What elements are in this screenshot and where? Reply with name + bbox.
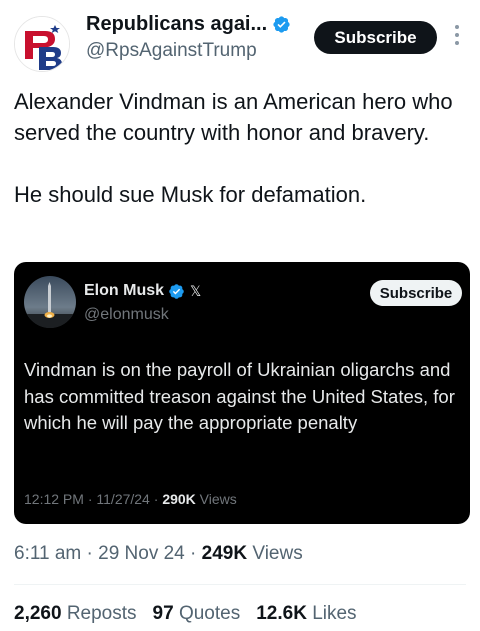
more-options-icon[interactable] [451,25,463,51]
author-display-name[interactable]: Republicans agai... [86,13,267,36]
engagement-stats: 2,260 Reposts 97 Quotes 12.6K Likes [14,603,373,625]
quoted-verified-badge-icon [168,283,185,300]
quoted-author-name-row: Elon Musk 𝕏 [84,282,201,300]
likes-label: Likes [312,603,357,624]
reposts-stat[interactable]: 2,260 Reposts [14,603,137,625]
verified-badge-icon [272,15,291,34]
quoted-author-name[interactable]: Elon Musk [84,282,164,300]
x-affiliation-icon: 𝕏 [190,283,202,299]
author-avatar[interactable] [14,16,70,72]
quoted-tweet-meta: 12:12 PM · 11/27/24 · 290K Views [24,491,237,507]
quoted-tweet[interactable]: Elon Musk 𝕏 @elonmusk Subscribe Vindman … [14,262,470,524]
divider [14,584,466,585]
quoted-time[interactable]: 12:12 PM [24,491,84,507]
rocket-launch-avatar-icon [24,276,76,328]
views-count: 249K [201,543,248,564]
reposts-label: Reposts [66,603,137,624]
quoted-author-avatar[interactable] [24,276,76,328]
quoted-views-label: Views [199,491,237,507]
tweet-text: Alexander Vindman is an American hero wh… [14,89,453,207]
quotes-label: Quotes [178,603,241,624]
quotes-stat[interactable]: 97 Quotes [153,603,241,625]
views-label: Views [252,543,303,564]
subscribe-button[interactable]: Subscribe [314,21,437,54]
author-name-row: Republicans agai... [86,13,291,36]
quotes-count: 97 [152,603,174,624]
likes-stat[interactable]: 12.6K Likes [256,603,356,625]
tweet-meta: 6:11 am · 29 Nov 24 · 249K Views [14,543,303,564]
quoted-tweet-text: Vindman is on the payroll of Ukrainian o… [24,359,461,433]
quoted-author-handle[interactable]: @elonmusk [84,306,169,324]
rb-logo-icon [15,17,69,71]
tweet-date[interactable]: 29 Nov 24 [98,543,185,564]
quoted-subscribe-button[interactable]: Subscribe [370,280,462,306]
quoted-date[interactable]: 11/27/24 [96,491,149,507]
tweet-time[interactable]: 6:11 am [14,543,81,564]
reposts-count: 2,260 [14,603,62,624]
quoted-views-count: 290K [162,491,196,507]
tweet-header: Republicans agai... @RpsAgainstTrump Sub… [0,0,480,80]
author-handle[interactable]: @RpsAgainstTrump [86,40,257,62]
likes-count: 12.6K [256,603,307,624]
